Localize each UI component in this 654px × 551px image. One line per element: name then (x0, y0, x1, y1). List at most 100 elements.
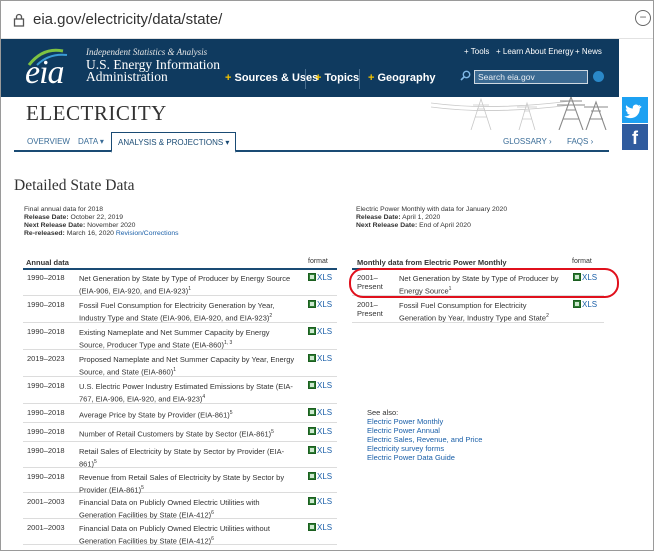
table-row: 1990–2018 Net Generation by State by Type… (23, 269, 337, 296)
xls-download-link[interactable]: XLS (308, 523, 332, 532)
xls-download-link[interactable]: XLS (573, 300, 597, 309)
table-row: 2001– Present Fossil Fuel Consumption for … (352, 296, 604, 323)
row-years: 1990–2018 (27, 446, 65, 455)
link-electric-sales-revenue-price[interactable]: Electric Sales, Revenue, and Price (367, 435, 482, 444)
zoom-out-icon[interactable]: − (635, 10, 651, 26)
table-row: 2001–2003 Financial Data on Publicly Owne… (23, 493, 337, 520)
spreadsheet-icon (308, 273, 316, 281)
revision-corrections-link[interactable]: Revision/Corrections (116, 230, 179, 237)
row-description: Revenue from Retail Sales of Electricity… (79, 473, 285, 495)
link-glossary[interactable]: GLOSSARY › (503, 137, 552, 146)
spreadsheet-icon (308, 523, 316, 531)
twitter-button[interactable] (622, 97, 648, 123)
xls-download-link[interactable]: XLS (308, 497, 332, 506)
row-years: 1990–2018 (27, 300, 65, 309)
row-description: Existing Nameplate and Net Summer Capaci… (79, 328, 270, 350)
row-description: Net Generation by State by Type of Produ… (79, 274, 291, 296)
xls-download-link[interactable]: XLS (308, 408, 332, 417)
monthly-release-info: Electric Power Monthly with data for Jan… (356, 206, 508, 229)
spreadsheet-icon (308, 472, 316, 480)
row-description: Financial Data on Publicly Owned Electri… (79, 524, 270, 546)
table-row: 1990–2018 Existing Nameplate and Net Summ… (23, 323, 337, 350)
link-electric-power-monthly[interactable]: Electric Power Monthly (367, 417, 482, 426)
row-years: 1990–2018 (27, 427, 65, 436)
top-link-learn[interactable]: + Learn About Energy (496, 47, 574, 56)
spreadsheet-icon (308, 354, 316, 362)
spreadsheet-icon (308, 300, 316, 308)
link-electric-power-data-guide[interactable]: Electric Power Data Guide (367, 453, 482, 462)
spreadsheet-icon (308, 497, 316, 505)
table-row: 1990–2018 Retail Sales of Electricity by … (23, 442, 337, 469)
annual-release-info: Final annual data for 2018 Release Date:… (24, 206, 179, 237)
spreadsheet-icon (308, 408, 316, 416)
agency-name: U.S. Energy Information Administration (86, 57, 220, 84)
facebook-button[interactable]: f (622, 124, 648, 150)
power-towers-graphic (431, 97, 608, 130)
table-row: 1990–2018 Average Price by State by Provi… (23, 404, 337, 423)
row-years: 2001–2003 (27, 523, 65, 532)
top-link-tools[interactable]: + Tools (464, 47, 489, 56)
xls-download-link[interactable]: XLS (308, 354, 332, 363)
spreadsheet-icon (308, 427, 316, 435)
lock-icon (13, 13, 25, 27)
link-electric-power-annual[interactable]: Electric Power Annual (367, 426, 482, 435)
nav-topics[interactable]: + Topics (315, 72, 359, 84)
eia-logo[interactable]: eia (25, 54, 65, 92)
table-row: 2019–2023 Proposed Nameplate and Net Summ… (23, 350, 337, 377)
table-row: 2001–2003 Financial Data on Publicly Owne… (23, 519, 337, 546)
tab-analysis-projections[interactable]: ANALYSIS & PROJECTIONS ▾ (111, 132, 237, 153)
row-years: 1990–2018 (27, 327, 65, 336)
site-header: eia Independent Statistics & Analysis U.… (1, 39, 619, 97)
row-description: Number of Retail Customers by State by S… (79, 429, 274, 439)
tab-overview[interactable]: OVERVIEW (27, 137, 70, 146)
spreadsheet-icon (308, 446, 316, 454)
xls-download-link[interactable]: XLS (308, 300, 332, 309)
row-description: Average Price by State by Provider (EIA-… (79, 410, 233, 420)
row-description: Proposed Nameplate and Net Summer Capaci… (79, 355, 295, 377)
row-years: 2019–2023 (27, 354, 65, 363)
annual-data-header: Annual data (26, 258, 69, 267)
row-years: 1990–2018 (27, 381, 65, 390)
xls-download-link[interactable]: XLS (308, 446, 332, 455)
twitter-icon (624, 104, 642, 119)
search-input[interactable]: Search eia.gov (474, 70, 588, 84)
table-row: 1990–2018 Revenue from Retail Sales of El… (23, 468, 337, 495)
xls-download-link[interactable]: XLS (308, 381, 332, 390)
xls-download-link[interactable]: XLS (308, 273, 332, 282)
link-electricity-survey-forms[interactable]: Electricity survey forms (367, 444, 482, 453)
section-subnav: OVERVIEW DATA ▾ ANALYSIS & PROJECTIONS ▾… (14, 131, 609, 153)
url-text[interactable]: eia.gov/electricity/data/state/ (33, 11, 222, 28)
tab-data[interactable]: DATA ▾ (78, 137, 104, 146)
spreadsheet-icon (308, 327, 316, 335)
section-title: Detailed State Data (14, 177, 135, 194)
row-years: 2001–2003 (27, 497, 65, 506)
monthly-format-header: format (572, 258, 592, 265)
xls-download-link[interactable]: XLS (308, 472, 332, 481)
annual-format-header: format (308, 258, 328, 265)
spreadsheet-icon (308, 381, 316, 389)
monthly-data-header: Monthly data from Electric Power Monthly (357, 258, 507, 267)
page-title: ELECTRICITY (26, 101, 167, 125)
table-row: 1990–2018 Fossil Fuel Consumption for Ele… (23, 296, 337, 323)
search-go-button[interactable] (593, 71, 604, 82)
link-faqs[interactable]: FAQS › (567, 137, 593, 146)
row-years: 2001– Present (357, 300, 383, 318)
xls-download-link[interactable]: XLS (308, 327, 332, 336)
table-row: 1990–2018 Number of Retail Customers by S… (23, 423, 337, 442)
address-bar[interactable]: eia.gov/electricity/data/state/ − (1, 1, 653, 39)
row-years: 1990–2018 (27, 273, 65, 282)
browser-window: eia.gov/electricity/data/state/ − eia In… (0, 0, 654, 551)
row-description: Fossil Fuel Consumption for Electricity … (79, 301, 275, 323)
row-years: 1990–2018 (27, 408, 65, 417)
see-also-links: See also: Electric Power Monthly Electri… (367, 408, 483, 462)
top-link-news[interactable]: + News (575, 47, 602, 56)
tagline: Independent Statistics & Analysis (86, 47, 208, 57)
row-description: Financial Data on Publicly Owned Electri… (79, 498, 260, 520)
nav-geography[interactable]: + Geography (368, 72, 436, 84)
xls-download-link[interactable]: XLS (308, 427, 332, 436)
row-description: U.S. Electric Power Industry Estimated E… (79, 382, 293, 404)
table-row: 1990–2018 U.S. Electric Power Industry Es… (23, 377, 337, 404)
row-years: 1990–2018 (27, 472, 65, 481)
spreadsheet-icon (573, 300, 581, 308)
nav-divider (305, 69, 306, 89)
